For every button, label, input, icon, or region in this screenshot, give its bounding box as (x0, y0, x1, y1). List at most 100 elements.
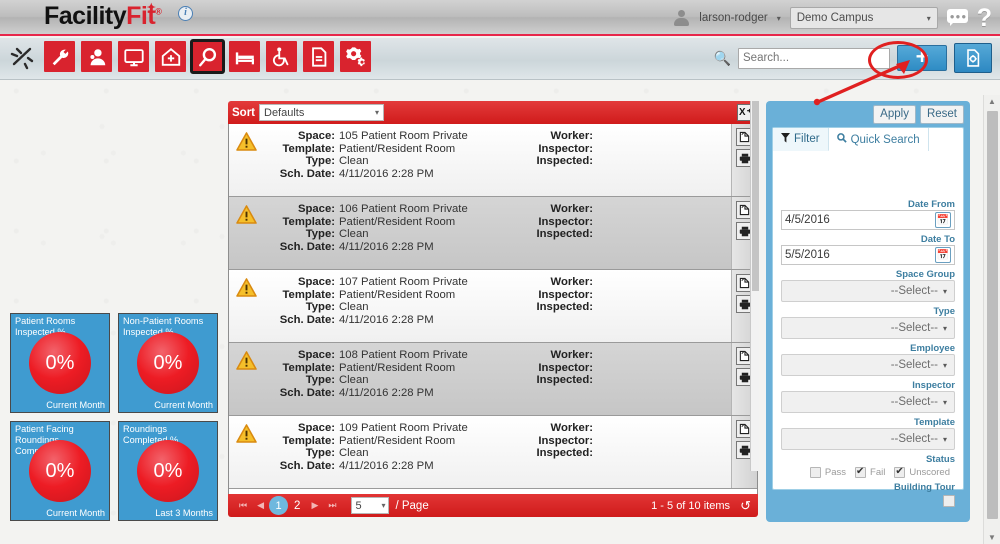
page-button-current[interactable]: 1 (269, 496, 288, 515)
status-label-unscored: Unscored (909, 467, 950, 478)
per-page-select[interactable]: 5 ▾ (351, 497, 389, 514)
toolbar-item-beds[interactable] (229, 41, 260, 72)
toolbar-item-staff[interactable] (81, 41, 112, 72)
sort-select[interactable]: Defaults ▾ (259, 104, 384, 121)
field-label-sch-date: Sch. Date: (263, 241, 335, 254)
user-name[interactable]: larson-rodger (699, 12, 767, 24)
field-label-template: Template: (263, 143, 335, 156)
table-row[interactable]: Space:105 Patient Room Private Template:… (229, 124, 757, 197)
document-gear-icon[interactable] (954, 43, 992, 73)
date-to-field[interactable]: 5/5/2016 📅 (781, 245, 955, 265)
scroll-down-arrow-icon[interactable]: ▼ (988, 533, 996, 542)
list-panel-header: Sort Defaults ▾ X (228, 101, 758, 124)
toolbar-item-settings[interactable] (340, 41, 371, 72)
date-from-field[interactable]: 4/5/2016 📅 (781, 210, 955, 230)
user-chevron-down-icon[interactable]: ▾ (777, 14, 781, 23)
toolbar-item-reports[interactable] (303, 41, 334, 72)
broken-link-icon[interactable] (8, 42, 38, 72)
sort-select-value: Defaults (264, 107, 304, 119)
chat-group-icon[interactable]: ●●● (947, 9, 968, 27)
row-fields-right: Worker: Inspector: Inspected: (517, 422, 597, 460)
template-select[interactable]: --Select-- ▾ (781, 428, 955, 450)
main-toolbar: 🔍 + (0, 38, 1000, 80)
first-page-button[interactable]: ⏮ (239, 500, 247, 511)
toolbar-item-inspections[interactable] (192, 41, 223, 72)
field-value-worker (593, 130, 597, 143)
table-row[interactable]: Space:107 Patient Room Private Template:… (229, 270, 757, 343)
tab-quick-search[interactable]: Quick Search (829, 128, 929, 151)
refresh-icon[interactable]: ↺ (740, 498, 751, 514)
field-value-inspected (593, 228, 597, 241)
field-value-worker (593, 422, 597, 435)
page-scrollbar[interactable]: ▲ ▼ (983, 95, 1000, 544)
status-checkbox-unscored[interactable] (894, 467, 905, 478)
field-value-worker (593, 349, 597, 362)
toolbar-item-work-orders[interactable] (44, 41, 75, 72)
filter-label-type: Type (781, 306, 955, 317)
last-page-button[interactable]: ⏭ (328, 500, 336, 511)
chevron-down-icon: ▾ (943, 435, 947, 444)
list-inner-scrollbar[interactable] (750, 101, 759, 471)
next-page-button[interactable]: ▶ (311, 500, 318, 511)
per-page-value: 5 (355, 500, 361, 512)
filter-tabs: Filter Quick Search (773, 128, 963, 151)
add-button[interactable]: + (897, 45, 947, 71)
toolbar-icon-group (8, 41, 371, 72)
field-label-sch-date: Sch. Date: (263, 460, 335, 473)
scroll-up-arrow-icon[interactable]: ▲ (988, 97, 996, 106)
field-label-inspector: Inspector: (517, 362, 593, 375)
prev-page-button[interactable]: ◀ (257, 500, 264, 511)
status-checkbox-fail[interactable] (855, 467, 866, 478)
toolbar-item-equipment[interactable] (118, 41, 149, 72)
field-value-inspector (593, 143, 597, 156)
toolbar-item-facilities[interactable] (155, 41, 186, 72)
kpi-gauge[interactable]: Patient Facing Roundings Completed 0% Cu… (10, 421, 110, 521)
info-icon[interactable]: i (178, 6, 193, 21)
calendar-icon[interactable]: 📅 (935, 212, 951, 228)
logo-text-primary: Facility (44, 2, 126, 30)
field-value-worker (593, 203, 597, 216)
kpi-gauge-grid: Patient Rooms Inspected % 0% Current Mon… (10, 313, 220, 529)
space-group-select[interactable]: --Select-- ▾ (781, 280, 955, 302)
employee-value: --Select-- (891, 359, 938, 371)
field-label-worker: Worker: (517, 203, 593, 216)
calendar-icon[interactable]: 📅 (935, 247, 951, 263)
reset-button[interactable]: Reset (920, 105, 964, 124)
table-row[interactable]: Space:108 Patient Room Private Template:… (229, 343, 757, 416)
inspector-select[interactable]: --Select-- ▾ (781, 391, 955, 413)
filter-label-date-from: Date From (781, 199, 955, 210)
table-row[interactable]: Space:106 Patient Room Private Template:… (229, 197, 757, 270)
tab-filter[interactable]: Filter (773, 128, 829, 151)
field-value-space: 106 Patient Room Private (335, 203, 468, 216)
status-label-fail: Fail (870, 467, 885, 478)
field-value-inspector (593, 435, 597, 448)
field-value-worker (593, 276, 597, 289)
page-button-2[interactable]: 2 (294, 500, 300, 512)
chevron-down-icon: ▾ (943, 361, 947, 370)
kpi-gauge[interactable]: Roundings Completed % 0% Last 3 Months (118, 421, 218, 521)
status-checkbox-pass[interactable] (810, 467, 821, 478)
field-value-space: 108 Patient Room Private (335, 349, 468, 362)
field-label-worker: Worker: (517, 349, 593, 362)
table-row[interactable]: Space:109 Patient Room Private Template:… (229, 416, 757, 489)
kpi-gauge[interactable]: Non-Patient Rooms Inspected % 0% Current… (118, 313, 218, 413)
apply-button[interactable]: Apply (873, 105, 916, 124)
scrollbar-thumb[interactable] (752, 101, 759, 291)
kpi-gauge[interactable]: Patient Rooms Inspected % 0% Current Mon… (10, 313, 110, 413)
row-fields-right: Worker: Inspector: Inspected: (517, 130, 597, 168)
inspection-list-panel: Sort Defaults ▾ X Space:105 Patient Room… (228, 101, 758, 517)
svg-text:X: X (739, 107, 746, 118)
row-fields: Space:106 Patient Room Private Template:… (263, 197, 731, 269)
field-value-sch-date: 4/11/2016 2:28 PM (335, 168, 434, 181)
help-icon[interactable]: ? (977, 5, 992, 31)
kpi-gauge-period: Current Month (46, 508, 105, 518)
type-select[interactable]: --Select-- ▾ (781, 317, 955, 339)
list-panel-body: Space:105 Patient Room Private Template:… (228, 124, 758, 494)
field-label-template: Template: (263, 289, 335, 302)
toolbar-item-accessibility[interactable] (266, 41, 297, 72)
search-input[interactable] (738, 48, 890, 69)
employee-select[interactable]: --Select-- ▾ (781, 354, 955, 376)
chevron-down-icon: ▾ (943, 324, 947, 333)
campus-select[interactable]: Demo Campus ▾ (790, 7, 938, 29)
scrollbar-thumb[interactable] (987, 111, 998, 519)
